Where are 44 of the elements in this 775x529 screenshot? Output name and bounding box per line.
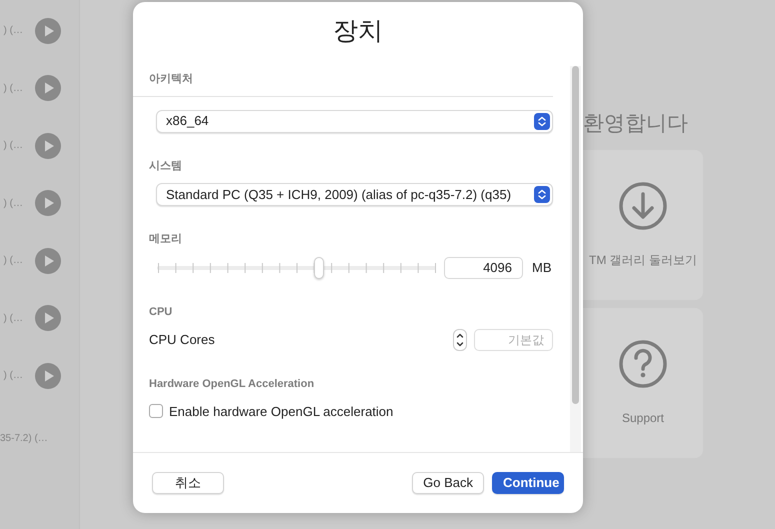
section-heading: Hardware OpenGL Acceleration: [149, 377, 314, 392]
field-label: CPU Cores: [149, 331, 216, 350]
play-button-icon[interactable]: [35, 75, 61, 102]
vm-subtitle: ) (…: [4, 139, 23, 154]
vm-subtitle: 35-7.2) (…: [0, 432, 48, 446]
checkbox[interactable]: [149, 404, 163, 418]
slider-thumb[interactable]: [314, 256, 324, 278]
vm-subtitle: ) (…: [4, 254, 23, 268]
stepper-control[interactable]: [453, 329, 467, 351]
cpu-cores-field[interactable]: 기본값: [474, 329, 553, 351]
updown-arrows-icon: [534, 186, 550, 203]
play-button-icon[interactable]: [35, 305, 61, 332]
card-label: TM 갤러리 둘러보기: [589, 252, 697, 269]
welcome-heading: 환영합니다: [583, 111, 688, 137]
continue-button[interactable]: Continue: [492, 472, 564, 494]
play-button-icon[interactable]: [35, 248, 61, 274]
card-label: Support: [622, 410, 664, 427]
vm-subtitle: ) (…: [4, 24, 23, 38]
vm-subtitle: ) (…: [4, 369, 23, 384]
play-button-icon[interactable]: [35, 132, 61, 159]
go-back-button[interactable]: Go Back: [412, 472, 484, 494]
help-icon: [618, 339, 668, 389]
chevrons-icon: [456, 332, 464, 348]
vm-subtitle: ) (…: [4, 196, 23, 211]
updown-arrows-icon: [534, 112, 550, 130]
checkbox-label: Enable hardware OpenGL acceleration: [169, 402, 394, 421]
dialog-title: 장치: [333, 16, 383, 48]
download-icon: [618, 181, 668, 231]
play-button-icon[interactable]: [35, 18, 61, 44]
vm-subtitle: ) (…: [4, 82, 23, 96]
memory-field[interactable]: 4096: [444, 256, 523, 278]
play-button-icon[interactable]: [35, 190, 61, 216]
section-heading: 메모리: [149, 232, 182, 247]
section-heading: CPU: [149, 304, 172, 320]
vm-subtitle: ) (…: [4, 312, 23, 326]
scrollbar-thumb[interactable]: [572, 66, 579, 404]
dropdown-select[interactable]: Standard PC (Q35 + ICH9, 2009) (alias of pc-q35-7.2) (q35): [156, 183, 553, 206]
play-button-icon[interactable]: [35, 362, 61, 389]
section-heading: 아키텍처: [149, 72, 193, 87]
unit-label: MB: [532, 258, 552, 277]
section-heading: 시스템: [149, 158, 182, 174]
slider-track[interactable]: [157, 256, 436, 278]
dropdown-select[interactable]: x86_64: [156, 110, 553, 132]
cancel-button[interactable]: 취소: [152, 472, 224, 494]
